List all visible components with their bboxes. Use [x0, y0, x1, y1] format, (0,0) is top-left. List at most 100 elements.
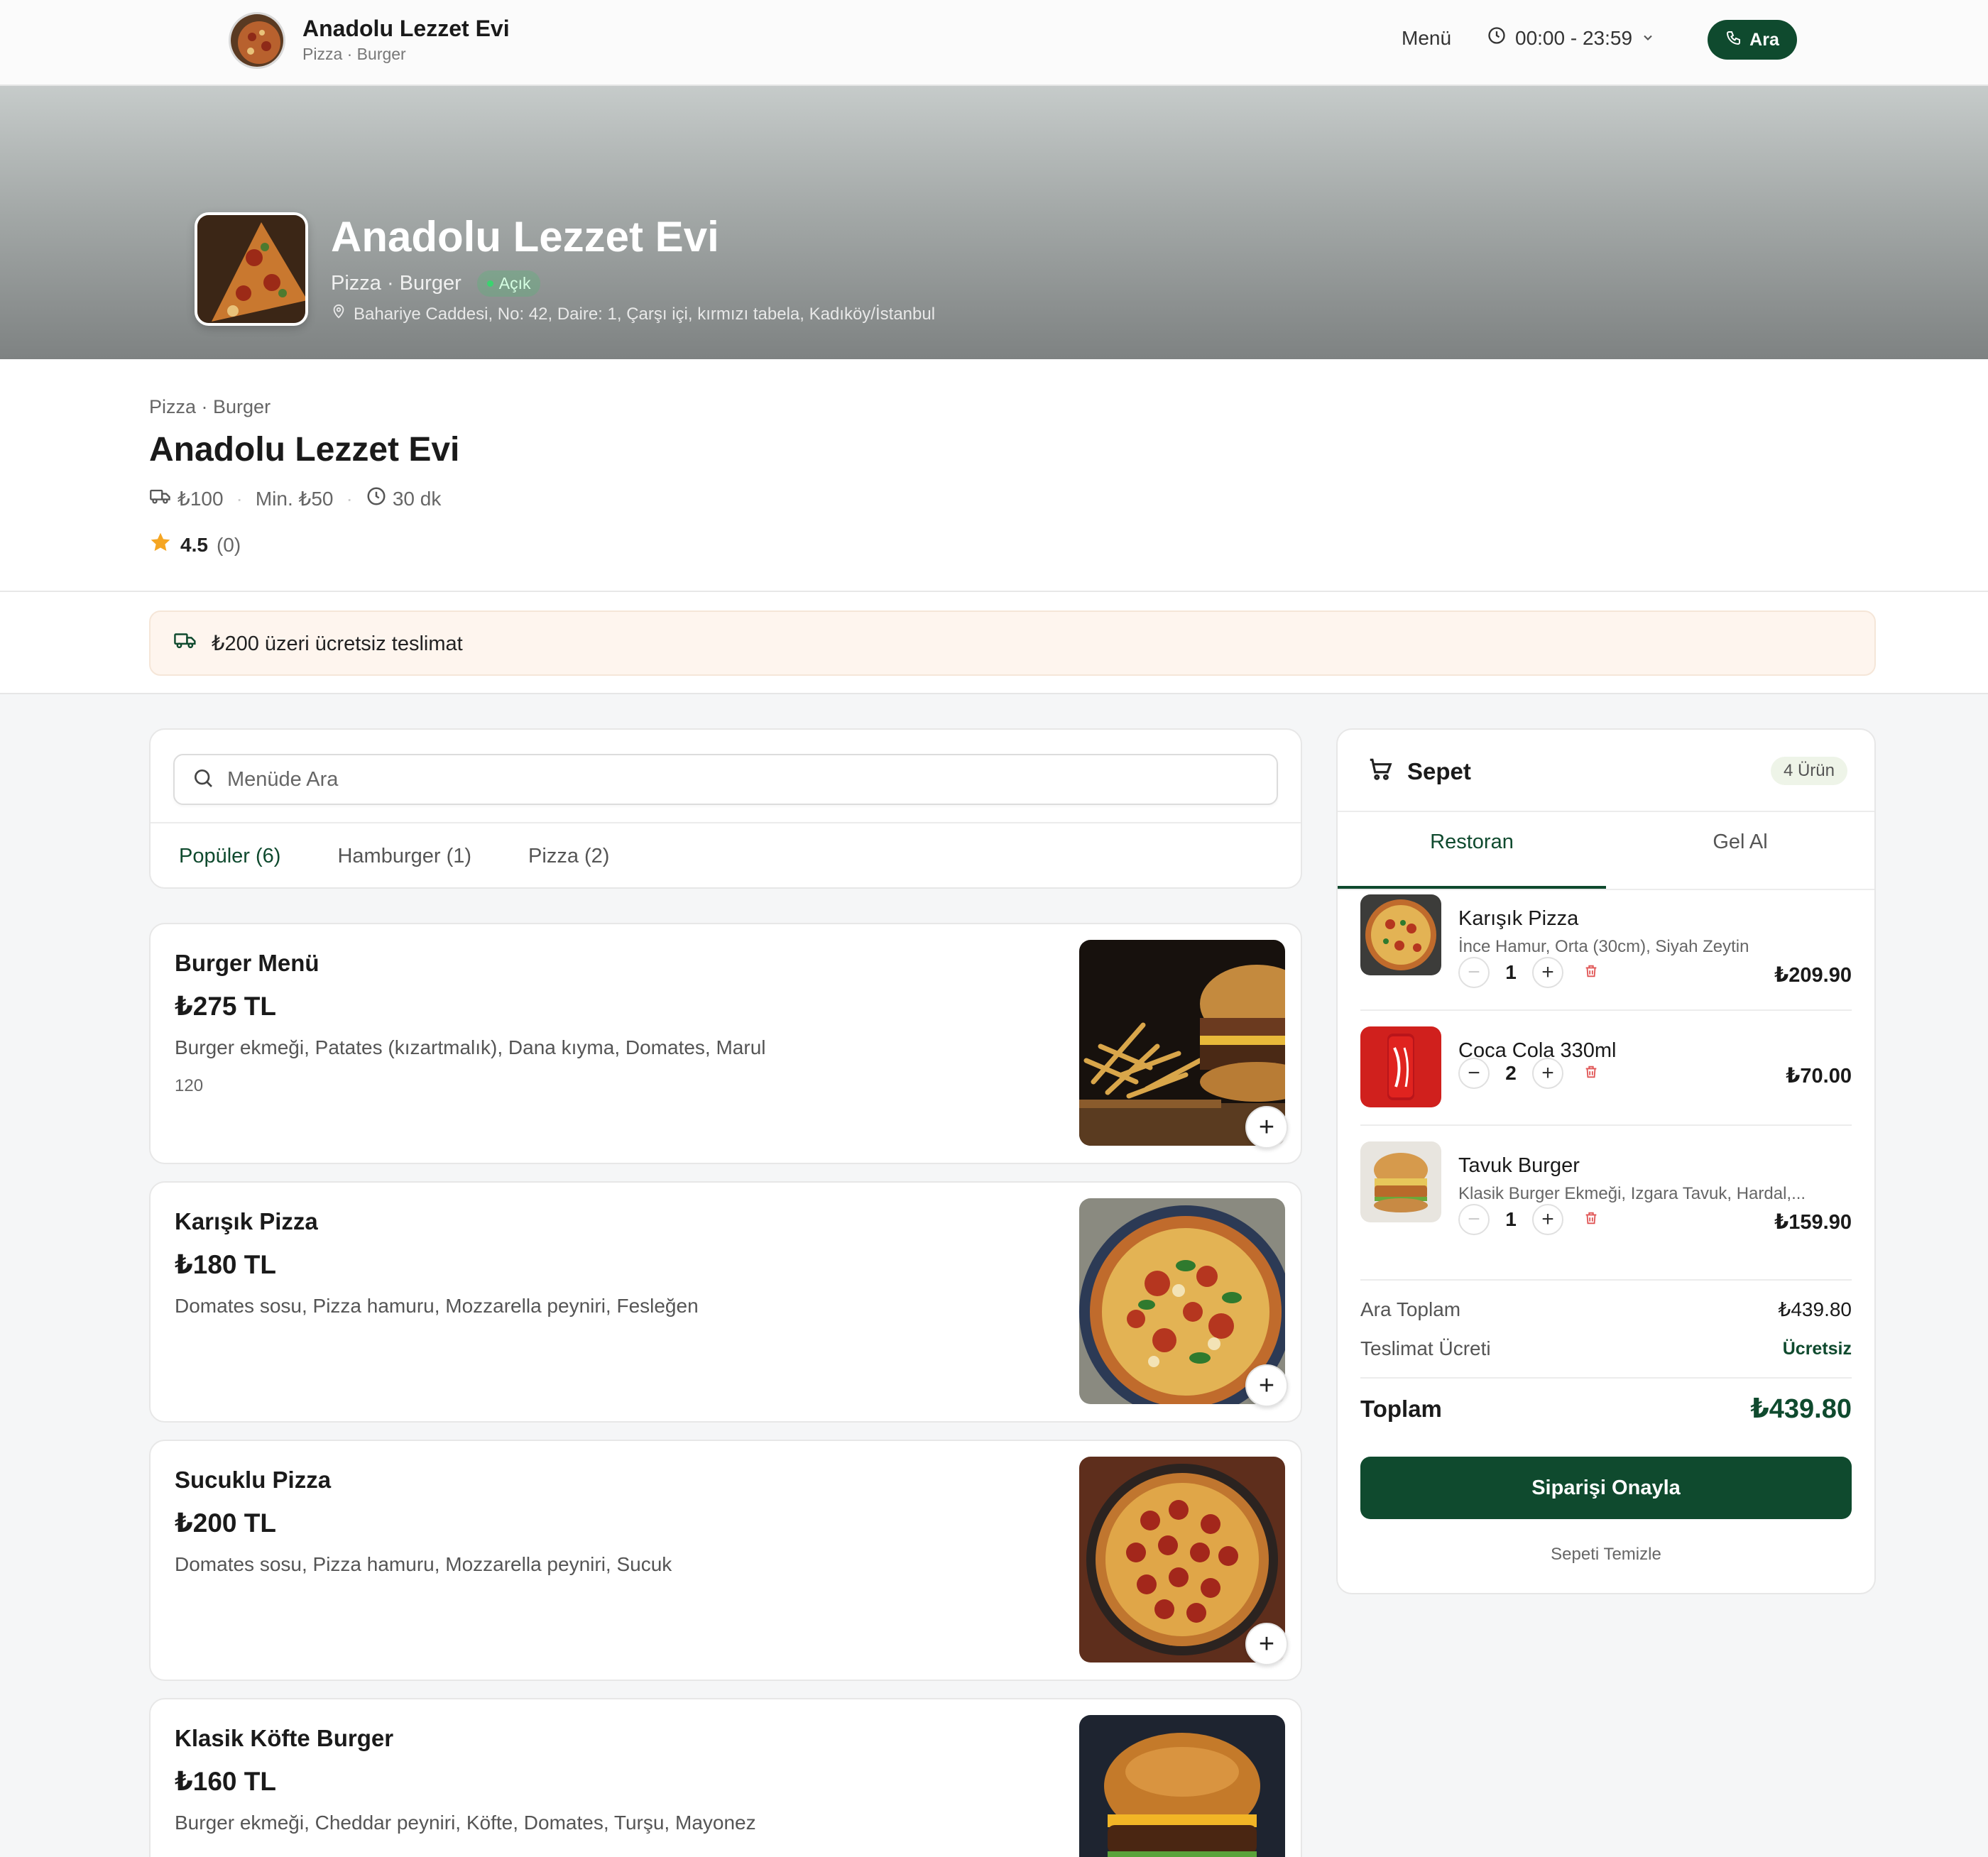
cart-item-qty: 2	[1505, 1062, 1517, 1084]
tab-restoran[interactable]: Restoran	[1338, 812, 1606, 889]
quantity-stepper: − 2 +	[1458, 1058, 1599, 1089]
tab-hamburger[interactable]: Hamburger (1)	[309, 823, 500, 887]
menu-link[interactable]: Menü	[1402, 27, 1451, 50]
clear-cart-button[interactable]: Sepeti Temizle	[1338, 1545, 1874, 1565]
product-description: Burger ekmeği, Cheddar peyniri, Köfte, D…	[175, 1812, 756, 1834]
total-value: ₺439.80	[1750, 1394, 1852, 1424]
divider	[1360, 1009, 1852, 1011]
cart-item: Tavuk Burger Klasik Burger Ekmeği, Izgar…	[1360, 1141, 1852, 1248]
total-row: Toplam ₺439.80	[1360, 1393, 1852, 1425]
total-label: Toplam	[1360, 1395, 1442, 1422]
product-description: Burger ekmeği, Patates (kızartmalık), Da…	[175, 1036, 766, 1058]
confirm-order-button[interactable]: Siparişi Onayla	[1360, 1457, 1852, 1519]
brand-categories: Pizza · Burger	[302, 45, 406, 63]
product-card[interactable]: Karışık Pizza ₺180 TL Domates sosu, Pizz…	[149, 1181, 1302, 1423]
tab-populer[interactable]: Popüler (6)	[151, 823, 309, 887]
decrease-qty-button[interactable]: −	[1458, 1204, 1490, 1235]
cart-item: Coca Cola 330ml − 2 + ₺70.00	[1360, 1026, 1852, 1112]
hero-address: Bahariye Caddesi, No: 42, Daire: 1, Çarş…	[331, 304, 935, 324]
rating-score: 4.5	[180, 533, 208, 556]
decrease-qty-button[interactable]: −	[1458, 957, 1490, 988]
product-price: ₺160 TL	[175, 1767, 276, 1796]
chevron-down-icon	[1641, 27, 1655, 50]
top-navbar: Anadolu Lezzet Evi Pizza · Burger Menü 0…	[0, 0, 1988, 86]
subtotal-value: ₺439.80	[1778, 1298, 1852, 1320]
opening-hours-text: 00:00 - 23:59	[1515, 26, 1633, 49]
call-button[interactable]: Ara	[1708, 20, 1797, 60]
brand-name[interactable]: Anadolu Lezzet Evi	[302, 16, 510, 42]
increase-qty-button[interactable]: +	[1532, 1204, 1563, 1235]
info-meta: ₺100 · Min. ₺50 · 30 dk	[149, 486, 441, 512]
product-description: Domates sosu, Pizza hamuru, Mozzarella p…	[175, 1295, 699, 1317]
opening-hours-dropdown[interactable]: 00:00 - 23:59	[1487, 26, 1655, 50]
decrease-qty-button[interactable]: −	[1458, 1058, 1490, 1089]
product-card[interactable]: Sucuklu Pizza ₺200 TL Domates sosu, Pizz…	[149, 1440, 1302, 1681]
add-to-cart-button[interactable]: +	[1245, 1623, 1288, 1665]
delivery-fee: ₺100	[149, 486, 224, 511]
product-card[interactable]: Burger Menü ₺275 TL Burger ekmeği, Patat…	[149, 923, 1302, 1164]
product-description: Domates sosu, Pizza hamuru, Mozzarella p…	[175, 1553, 672, 1575]
cart-item-name: Karışık Pizza	[1458, 907, 1579, 930]
cart-item-options: İnce Hamur, Orta (30cm), Siyah Zeytin	[1458, 937, 1749, 956]
product-price: ₺275 TL	[175, 992, 276, 1021]
open-status-text: Açık	[498, 274, 531, 292]
cart-title-text: Sepet	[1407, 758, 1471, 784]
product-image	[1079, 1715, 1285, 1857]
divider	[1360, 1279, 1852, 1281]
product-name: Burger Menü	[175, 950, 320, 976]
search-icon	[192, 767, 214, 793]
menu-search-card: Popüler (6) Hamburger (1) Pizza (2)	[149, 728, 1302, 889]
cart-item-image	[1360, 894, 1441, 975]
cart-item: Karışık Pizza İnce Hamur, Orta (30cm), S…	[1360, 894, 1852, 1001]
cart-count-badge: 4 Ürün	[1770, 757, 1847, 785]
menu-search-input[interactable]	[227, 767, 1221, 791]
shopping-cart-icon	[1366, 755, 1394, 788]
product-name: Klasik Köfte Burger	[175, 1725, 394, 1751]
menu-search-box[interactable]	[173, 754, 1278, 805]
trash-icon[interactable]	[1583, 963, 1599, 983]
quantity-stepper: − 1 +	[1458, 957, 1599, 988]
cart-panel: Sepet 4 Ürün Restoran Gel Al Karışık Piz…	[1336, 728, 1876, 1594]
add-to-cart-button[interactable]: +	[1245, 1106, 1288, 1149]
info-restaurant-name: Anadolu Lezzet Evi	[149, 431, 460, 469]
divider	[1360, 1124, 1852, 1126]
trash-icon[interactable]	[1583, 1210, 1599, 1230]
call-button-label: Ara	[1749, 29, 1779, 50]
product-name: Sucuklu Pizza	[175, 1467, 332, 1493]
cart-header: Sepet 4 Ürün	[1338, 730, 1874, 812]
cart-item-image	[1360, 1026, 1441, 1107]
cart-item-price: ₺70.00	[1786, 1065, 1852, 1088]
category-tabs: Popüler (6) Hamburger (1) Pizza (2)	[151, 822, 1301, 887]
product-card[interactable]: Klasik Köfte Burger ₺160 TL Burger ekmeğ…	[149, 1698, 1302, 1857]
subtotal-row: Ara Toplam ₺439.80	[1360, 1298, 1852, 1321]
delivery-fee-label: Teslimat Ücreti	[1360, 1337, 1491, 1359]
meta-separator: ·	[236, 487, 243, 510]
hero-banner: Anadolu Lezzet Evi Pizza · Burger Açık B…	[0, 86, 1988, 359]
increase-qty-button[interactable]: +	[1532, 957, 1563, 988]
increase-qty-button[interactable]: +	[1532, 1058, 1563, 1089]
free-delivery-banner: ₺200 üzeri ücretsiz teslimat	[149, 610, 1876, 676]
delivery-fee-value: ₺100	[178, 488, 224, 510]
free-delivery-text: ₺200 üzeri ücretsiz teslimat	[212, 632, 463, 655]
trash-icon[interactable]	[1583, 1063, 1599, 1084]
truck-icon	[173, 630, 197, 657]
tab-pizza[interactable]: Pizza (2)	[500, 823, 638, 887]
clock-icon	[1487, 26, 1507, 50]
restaurant-avatar[interactable]	[229, 12, 285, 69]
cart-item-price: ₺159.90	[1774, 1211, 1852, 1234]
rating: 4.5 (0)	[149, 531, 241, 559]
add-to-cart-button[interactable]: +	[1245, 1364, 1288, 1407]
clock-icon	[366, 486, 387, 512]
divider	[1360, 1377, 1852, 1379]
cart-item-options: Klasik Burger Ekmeği, Izgara Tavuk, Hard…	[1458, 1184, 1806, 1203]
hero-title: Anadolu Lezzet Evi	[331, 213, 719, 261]
min-order: Min. ₺50	[255, 488, 334, 510]
subtotal-label: Ara Toplam	[1360, 1298, 1461, 1320]
tab-gel-al[interactable]: Gel Al	[1606, 812, 1874, 889]
info-categories: Pizza · Burger	[149, 396, 271, 417]
delivery-time-value: 30 dk	[392, 487, 442, 510]
truck-icon	[149, 486, 172, 511]
hero-categories: Pizza · Burger	[331, 272, 462, 295]
cart-item-image	[1360, 1141, 1441, 1222]
open-status-badge: Açık	[476, 270, 541, 297]
